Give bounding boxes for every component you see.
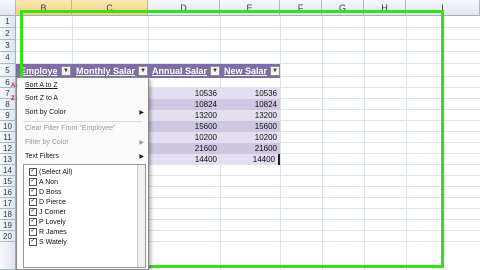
list-scrollbar[interactable]	[137, 165, 145, 267]
row-header[interactable]: 18	[0, 209, 16, 220]
row-header[interactable]: 5	[0, 64, 16, 77]
checkbox-checked-icon: ✓	[29, 168, 37, 177]
filter-item-label: D Boss	[39, 189, 62, 196]
sort-az-icon: A↓	[11, 83, 19, 89]
filter-item-label: S Wately	[39, 239, 67, 246]
row-header[interactable]: 19	[0, 220, 16, 231]
row-header[interactable]: 13	[0, 154, 16, 165]
checkbox-checked-icon: ✓	[29, 238, 37, 247]
checkbox-checked-icon: ✓	[29, 198, 37, 207]
row-header[interactable]: 3	[0, 40, 16, 52]
filter-checkbox-item[interactable]: ✓ J Corner	[29, 208, 66, 218]
checkbox-checked-icon: ✓	[29, 218, 37, 227]
sort-za-label: Sort Z to A	[25, 95, 59, 102]
row-header[interactable]: 15	[0, 176, 16, 187]
row-header[interactable]: 17	[0, 198, 16, 209]
filter-checkbox-item[interactable]: ✓ D Boss	[29, 188, 62, 198]
filter-checkbox-item[interactable]: ✓ R James	[29, 228, 67, 238]
filter-checkbox-item[interactable]: ✓ D Pierce	[29, 198, 66, 208]
clear-filter-label: Clear Filter From "Employee"	[25, 125, 116, 132]
checkbox-checked-icon: ✓	[29, 228, 37, 237]
text-filters-label: Text Filters	[25, 153, 59, 160]
filter-by-color-item: Filter by Color ▶	[17, 137, 148, 149]
filter-item-label: P Lovely	[39, 219, 66, 226]
filter-values-list[interactable]: ✓ (Select All) ✓ A Non ✓ D Boss ✓ D Pierce ✓…	[23, 164, 146, 268]
sort-za-icon: Z↓	[11, 96, 18, 102]
sort-by-color-item[interactable]: Sort by Color ▶	[17, 107, 148, 119]
filter-item-label: A Non	[39, 179, 59, 186]
checkbox-checked-icon: ✓	[29, 178, 37, 187]
submenu-arrow-icon: ▶	[139, 154, 144, 160]
filter-checkbox-item[interactable]: ✓ S Wately	[29, 238, 67, 248]
row-header[interactable]: 12	[0, 143, 16, 154]
sort-z-to-a-item[interactable]: Z↓ Sort Z to A	[11, 93, 148, 105]
row-header[interactable]: 14	[0, 165, 16, 176]
submenu-arrow-icon: ▶	[139, 140, 144, 146]
row-header[interactable]: 1	[0, 16, 16, 28]
clear-filter-item: Clear Filter From "Employee"	[17, 123, 148, 135]
row-header-blank	[0, 242, 16, 270]
row-header[interactable]: 9	[0, 110, 16, 121]
row-header[interactable]: 10	[0, 121, 16, 132]
row-header[interactable]: 16	[0, 187, 16, 198]
sort-az-label: Sort A to Z	[25, 82, 58, 89]
filter-item-label: R James	[39, 229, 67, 236]
row-header[interactable]: 20	[0, 231, 16, 242]
filter-color-label: Filter by Color	[25, 139, 69, 146]
filter-item-label: J Corner	[39, 209, 66, 216]
filter-checkbox-item[interactable]: ✓ (Select All)	[29, 168, 72, 178]
row-header[interactable]: 2	[0, 28, 16, 40]
filter-checkbox-item[interactable]: ✓ A Non	[29, 178, 58, 188]
row-header[interactable]: 4	[0, 52, 16, 64]
checkbox-checked-icon: ✓	[29, 208, 37, 217]
row-header[interactable]: 11	[0, 132, 16, 143]
sort-a-to-z-item[interactable]: A↓ Sort A to Z	[11, 80, 148, 92]
select-all-corner[interactable]	[0, 0, 16, 16]
text-filters-item[interactable]: Text Filters ▶	[17, 151, 148, 163]
filter-checkbox-item[interactable]: ✓ P Lovely	[29, 218, 66, 228]
sort-color-label: Sort by Color	[25, 109, 66, 116]
spreadsheet: B C D E F G H I 1 2 3 4 5 6 7 8 9 10 11 12 13 14 15 16 1…	[0, 0, 480, 270]
filter-item-label: D Pierce	[39, 199, 66, 206]
filter-item-label: (Select All)	[39, 169, 73, 176]
submenu-arrow-icon: ▶	[139, 110, 144, 116]
autofilter-menu: A↓ Sort A to Z Z↓ Sort Z to A Sort by Co…	[11, 77, 149, 270]
checkbox-checked-icon: ✓	[29, 188, 37, 197]
